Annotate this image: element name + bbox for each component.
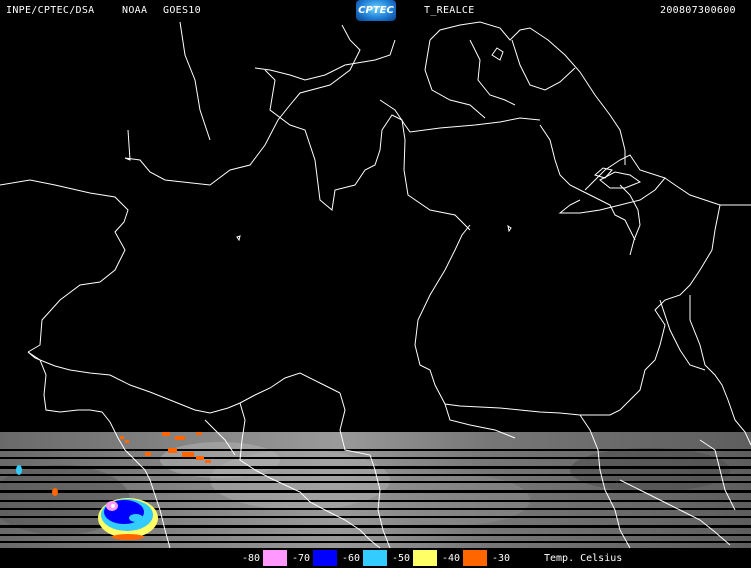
legend-swatch — [362, 549, 388, 567]
legend-title: Temp. Celsius — [544, 552, 623, 564]
satellite-map — [0, 0, 751, 568]
legend-label: -70 — [291, 552, 310, 564]
source-label: INPE/CPTEC/DSA — [6, 5, 95, 16]
agency-label: NOAA — [122, 5, 148, 16]
product-label: T_REALCE — [424, 5, 475, 16]
legend-label: -60 — [341, 552, 360, 564]
legend-swatch — [312, 549, 338, 567]
cptec-logo: CPTEC — [356, 0, 396, 21]
legend-label: -40 — [441, 552, 460, 564]
timestamp-label: 200807300600 — [660, 5, 736, 16]
temperature-legend: -80 -70 -60 -50 -40 -30 Temp. Celsius — [238, 549, 622, 567]
legend-label: -30 — [491, 552, 510, 564]
legend-label: -50 — [391, 552, 410, 564]
legend-label: -80 — [241, 552, 260, 564]
satellite-label: GOES10 — [163, 5, 201, 16]
legend-swatch — [262, 549, 288, 567]
legend-swatch — [512, 549, 538, 567]
legend-swatch — [412, 549, 438, 567]
legend-swatch — [462, 549, 488, 567]
